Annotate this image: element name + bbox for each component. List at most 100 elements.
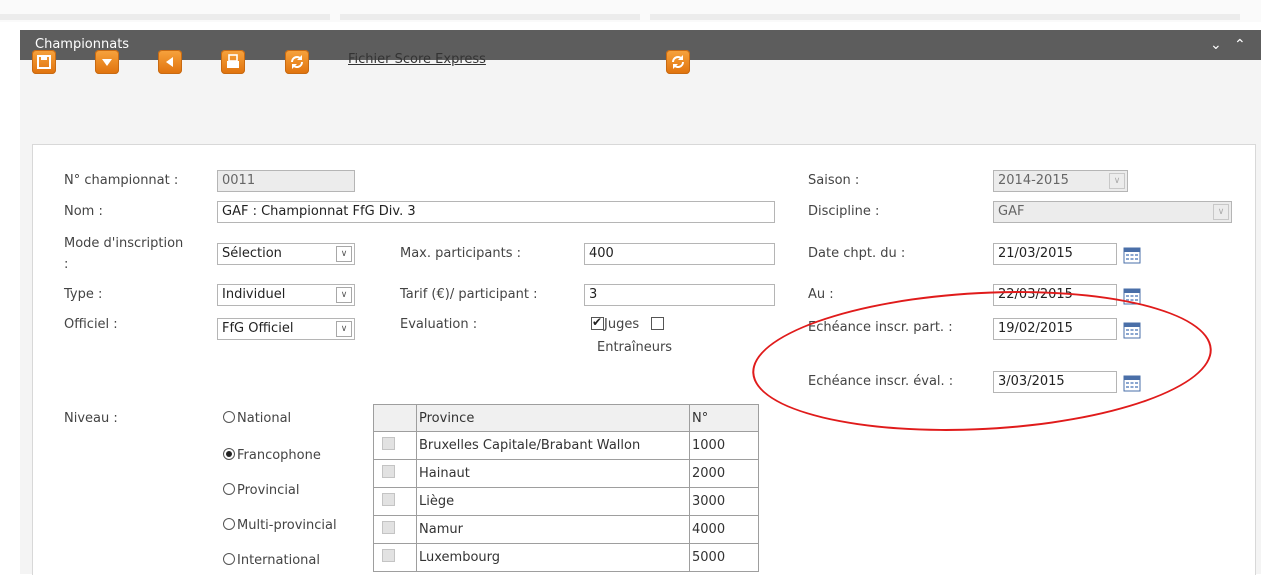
- num-cell: 3000: [689, 487, 759, 516]
- table-row[interactable]: Namur 4000: [373, 515, 759, 544]
- chevron-down-icon: ∨: [1213, 204, 1229, 220]
- type-value: Individuel: [222, 287, 286, 302]
- saison-label: Saison :: [808, 173, 860, 188]
- table-row[interactable]: Luxembourg 5000: [373, 543, 759, 572]
- radio-icon[interactable]: [223, 553, 235, 565]
- num-cell: 2000: [689, 459, 759, 488]
- type-select[interactable]: Individuel ∨: [217, 284, 355, 306]
- evaluation-label: Evaluation :: [400, 317, 478, 332]
- num-championnat-field: 0011: [217, 170, 355, 192]
- niveau-option-label: National: [237, 411, 292, 426]
- date-du-field[interactable]: 21/03/2015: [993, 243, 1117, 265]
- mode-inscription-label-colon: :: [64, 257, 69, 272]
- row-checkbox-cell: [373, 487, 417, 516]
- mode-inscription-select[interactable]: Sélection ∨: [217, 243, 355, 265]
- saison-select: 2014-2015 ∨: [993, 170, 1128, 192]
- num-championnat-label: N° championnat :: [64, 173, 179, 188]
- niveau-option-label: International: [237, 553, 320, 568]
- officiel-label: Officiel :: [64, 317, 118, 332]
- table-row[interactable]: Liège 3000: [373, 487, 759, 516]
- echeance-eval-label: Echéance inscr. éval. :: [808, 374, 954, 389]
- radio-icon[interactable]: [223, 518, 235, 530]
- chevron-down-icon: ∨: [1109, 173, 1125, 189]
- top-strip-segment: [340, 14, 640, 20]
- niveau-option-label: Francophone: [237, 448, 321, 463]
- evaluation-juges-option: Juges: [591, 315, 665, 332]
- echeance-part-field[interactable]: 19/02/2015: [993, 318, 1117, 340]
- row-checkbox[interactable]: [382, 493, 395, 506]
- officiel-value: FfG Officiel: [222, 321, 294, 336]
- chevron-down-icon[interactable]: ∨: [336, 321, 352, 337]
- calendar-icon[interactable]: [1123, 287, 1141, 305]
- select-column-header: [373, 404, 417, 432]
- province-cell: Luxembourg: [416, 543, 690, 572]
- sync-icon[interactable]: [666, 50, 690, 74]
- niveau-option-international[interactable]: International: [223, 553, 320, 568]
- calendar-icon[interactable]: [1123, 374, 1141, 392]
- chevron-down-icon[interactable]: ∨: [336, 246, 352, 262]
- province-cell: Hainaut: [416, 459, 690, 488]
- calendar-icon[interactable]: [1123, 246, 1141, 264]
- collapse-chevron-icon[interactable]: ⌄: [1210, 30, 1222, 60]
- nom-field[interactable]: GAF : Championnat FfG Div. 3: [217, 201, 775, 223]
- discipline-label: Discipline :: [808, 204, 880, 219]
- niveau-label: Niveau :: [64, 411, 118, 426]
- table-row[interactable]: Bruxelles Capitale/Brabant Wallon 1000: [373, 431, 759, 460]
- save-icon[interactable]: [32, 50, 56, 74]
- top-strip-segment: [650, 14, 1240, 20]
- dropdown-icon[interactable]: [95, 50, 119, 74]
- province-column-header: Province: [416, 404, 690, 432]
- province-table: Province N° Bruxelles Capitale/Brabant W…: [373, 404, 759, 572]
- mode-inscription-value: Sélection: [222, 246, 282, 261]
- niveau-option-multi-provincial[interactable]: Multi-provincial: [223, 518, 337, 533]
- num-cell: 1000: [689, 431, 759, 460]
- juges-label: Juges: [604, 317, 640, 332]
- back-icon[interactable]: [158, 50, 182, 74]
- calendar-icon[interactable]: [1123, 321, 1141, 339]
- mode-inscription-label: Mode d'inscription: [64, 236, 184, 251]
- type-label: Type :: [64, 287, 103, 302]
- entraineurs-checkbox[interactable]: [651, 317, 665, 330]
- province-cell: Liège: [416, 487, 690, 516]
- echeance-part-label: Echéance inscr. part. :: [808, 320, 953, 335]
- niveau-option-provincial[interactable]: Provincial: [223, 483, 300, 498]
- province-cell: Namur: [416, 515, 690, 544]
- expand-chevron-icon[interactable]: ⌃: [1234, 30, 1246, 60]
- row-checkbox[interactable]: [382, 549, 395, 562]
- radio-selected-icon[interactable]: [223, 448, 235, 460]
- discipline-value: GAF: [998, 204, 1025, 219]
- refresh-icon[interactable]: [285, 50, 309, 74]
- panel-titlebar: Championnats ⌄ ⌃: [20, 30, 1261, 60]
- row-checkbox-cell: [373, 431, 417, 460]
- score-express-link[interactable]: Fichier Score Express: [348, 52, 486, 67]
- officiel-select[interactable]: FfG Officiel ∨: [217, 318, 355, 340]
- chevron-down-icon[interactable]: ∨: [336, 287, 352, 303]
- num-cell: 4000: [689, 515, 759, 544]
- max-participants-label: Max. participants :: [400, 246, 522, 261]
- tarif-label: Tarif (€)/ participant :: [400, 287, 538, 302]
- niveau-option-francophone[interactable]: Francophone: [223, 448, 321, 463]
- province-cell: Bruxelles Capitale/Brabant Wallon: [416, 431, 690, 460]
- table-row[interactable]: Hainaut 2000: [373, 459, 759, 488]
- row-checkbox-cell: [373, 515, 417, 544]
- date-au-field[interactable]: 22/03/2015: [993, 284, 1117, 306]
- row-checkbox[interactable]: [382, 521, 395, 534]
- num-column-header: N°: [689, 404, 759, 432]
- radio-icon[interactable]: [223, 411, 235, 423]
- tarif-field[interactable]: 3: [584, 284, 775, 306]
- top-strip-segment: [0, 14, 330, 20]
- row-checkbox[interactable]: [382, 465, 395, 478]
- radio-icon[interactable]: [223, 483, 235, 495]
- echeance-eval-field[interactable]: 3/03/2015: [993, 371, 1117, 393]
- row-checkbox[interactable]: [382, 437, 395, 450]
- juges-checkbox[interactable]: [591, 315, 604, 330]
- niveau-option-label: Multi-provincial: [237, 518, 337, 533]
- row-checkbox-cell: [373, 543, 417, 572]
- entraineurs-label: Entraîneurs: [597, 340, 673, 355]
- print-icon[interactable]: [221, 50, 245, 74]
- top-strip: [0, 0, 1261, 22]
- max-participants-field[interactable]: 400: [584, 243, 775, 265]
- niveau-option-national[interactable]: National: [223, 411, 291, 426]
- date-du-label: Date chpt. du :: [808, 246, 906, 261]
- num-cell: 5000: [689, 543, 759, 572]
